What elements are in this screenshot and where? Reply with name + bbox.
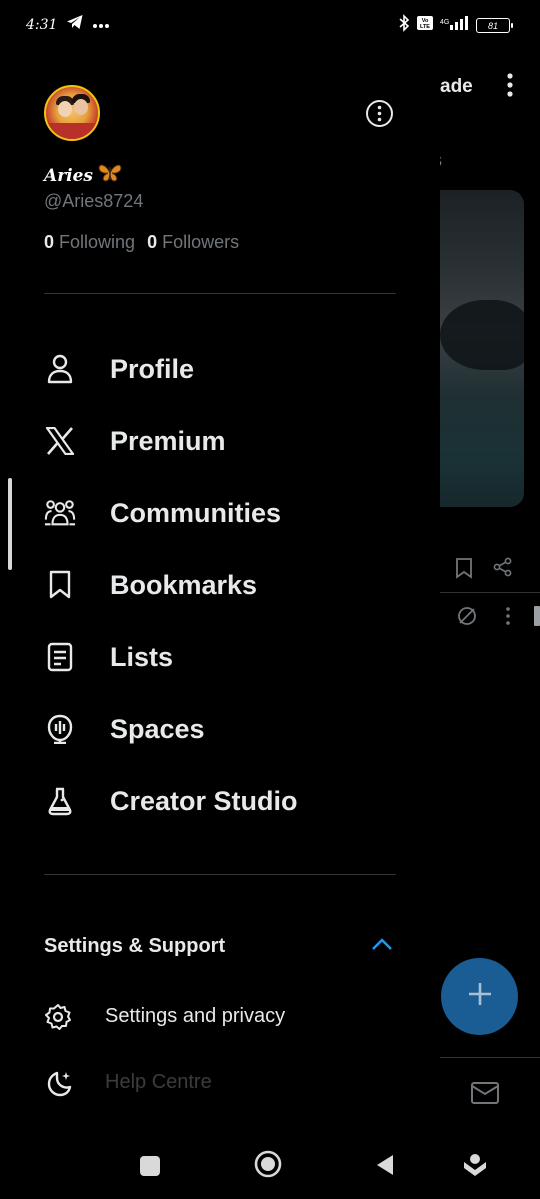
nav-label: Creator Studio: [110, 786, 298, 816]
nav-label: Lists: [110, 642, 174, 672]
status-bar: 4:31 Vo LTE 4G 81: [0, 0, 540, 52]
signal-icon: 4G: [440, 15, 470, 36]
list-icon: [44, 641, 76, 673]
svg-text:LTE: LTE: [420, 24, 430, 30]
svg-text:4G: 4G: [440, 19, 449, 26]
assistant-icon: [464, 1154, 486, 1176]
bluetooth-icon: [398, 14, 410, 37]
status-time: 4:31: [26, 17, 58, 33]
followers-link[interactable]: 0 Followers: [147, 232, 239, 253]
followers-label: Followers: [162, 232, 240, 252]
settings-support-header[interactable]: Settings & Support: [44, 935, 225, 958]
gear-icon: [44, 1003, 72, 1031]
help-centre-item[interactable]: Help Centre: [0, 1059, 440, 1109]
square-icon: [140, 1156, 160, 1176]
sub-item-label: Help Centre: [105, 1071, 212, 1093]
nav-label: Premium: [110, 426, 226, 456]
assistant-button[interactable]: [462, 1152, 488, 1183]
chevron-up-icon[interactable]: [370, 936, 394, 957]
drawer-nav: Profile Premium Communities Bookmarks Li…: [0, 333, 440, 837]
nav-item-profile[interactable]: Profile: [0, 333, 440, 405]
following-label: Following: [59, 232, 136, 252]
x-logo-icon: [44, 425, 76, 457]
back-button[interactable]: [375, 1153, 395, 1182]
back-triangle-icon: [377, 1155, 393, 1175]
nav-item-communities[interactable]: Communities: [0, 477, 440, 549]
avatar[interactable]: [44, 85, 100, 141]
share-icon: [493, 557, 513, 584]
home-button[interactable]: [254, 1150, 282, 1183]
person-icon: [44, 353, 76, 385]
spaces-icon: [44, 713, 76, 745]
flask-icon: [44, 785, 76, 817]
home-circle-icon: [254, 1150, 282, 1178]
display-name-text: Aries: [44, 165, 93, 186]
nav-item-spaces[interactable]: Spaces: [0, 693, 440, 765]
telegram-icon: [66, 14, 84, 35]
bookmark-icon: [44, 569, 76, 601]
butterfly-icon: [97, 162, 123, 189]
mail-icon[interactable]: [470, 1080, 500, 1111]
battery-level: 81: [487, 20, 498, 31]
not-interested-icon: [455, 604, 479, 633]
moon-icon: [44, 1069, 72, 1097]
kebab-icon: [503, 72, 517, 105]
recents-button[interactable]: [139, 1155, 161, 1182]
nav-item-bookmarks[interactable]: Bookmarks: [0, 549, 440, 621]
system-nav-bar: [0, 1144, 540, 1199]
following-link[interactable]: 0 Following: [44, 232, 135, 253]
navigation-drawer: Aries @Aries8724 0 Following 0 Followers P…: [0, 52, 440, 1144]
settings-and-privacy-item[interactable]: Settings and privacy: [0, 993, 440, 1043]
dots-icon: [505, 606, 511, 631]
scroll-indicator: [8, 478, 12, 570]
nav-label: Spaces: [110, 714, 205, 744]
nav-label: Profile: [110, 354, 195, 384]
more-notifications-icon: [92, 16, 110, 34]
followers-count: 0: [147, 232, 158, 252]
divider: [44, 293, 396, 294]
battery-icon: 81: [476, 18, 513, 33]
user-handle: @Aries8724: [44, 191, 144, 211]
background-header-fragment: ade: [440, 76, 473, 97]
bookmark-icon: [455, 557, 473, 584]
communities-icon: [44, 497, 76, 529]
nav-label: Communities: [110, 498, 282, 528]
plus-icon: [467, 981, 493, 1012]
compose-button[interactable]: [441, 958, 518, 1035]
nav-item-lists[interactable]: Lists: [0, 621, 440, 693]
sub-item-label: Settings and privacy: [105, 1005, 286, 1027]
background-media-image: [440, 190, 524, 507]
nav-item-creator-studio[interactable]: Creator Studio: [0, 765, 440, 837]
divider: [44, 874, 396, 875]
volte-icon: Vo LTE: [416, 15, 434, 36]
nav-label: Bookmarks: [110, 570, 258, 600]
more-options-icon: [366, 100, 393, 127]
nav-item-premium[interactable]: Premium: [0, 405, 440, 477]
following-count: 0: [44, 232, 55, 252]
display-name[interactable]: Aries: [44, 162, 123, 189]
account-options-button[interactable]: [365, 99, 394, 128]
